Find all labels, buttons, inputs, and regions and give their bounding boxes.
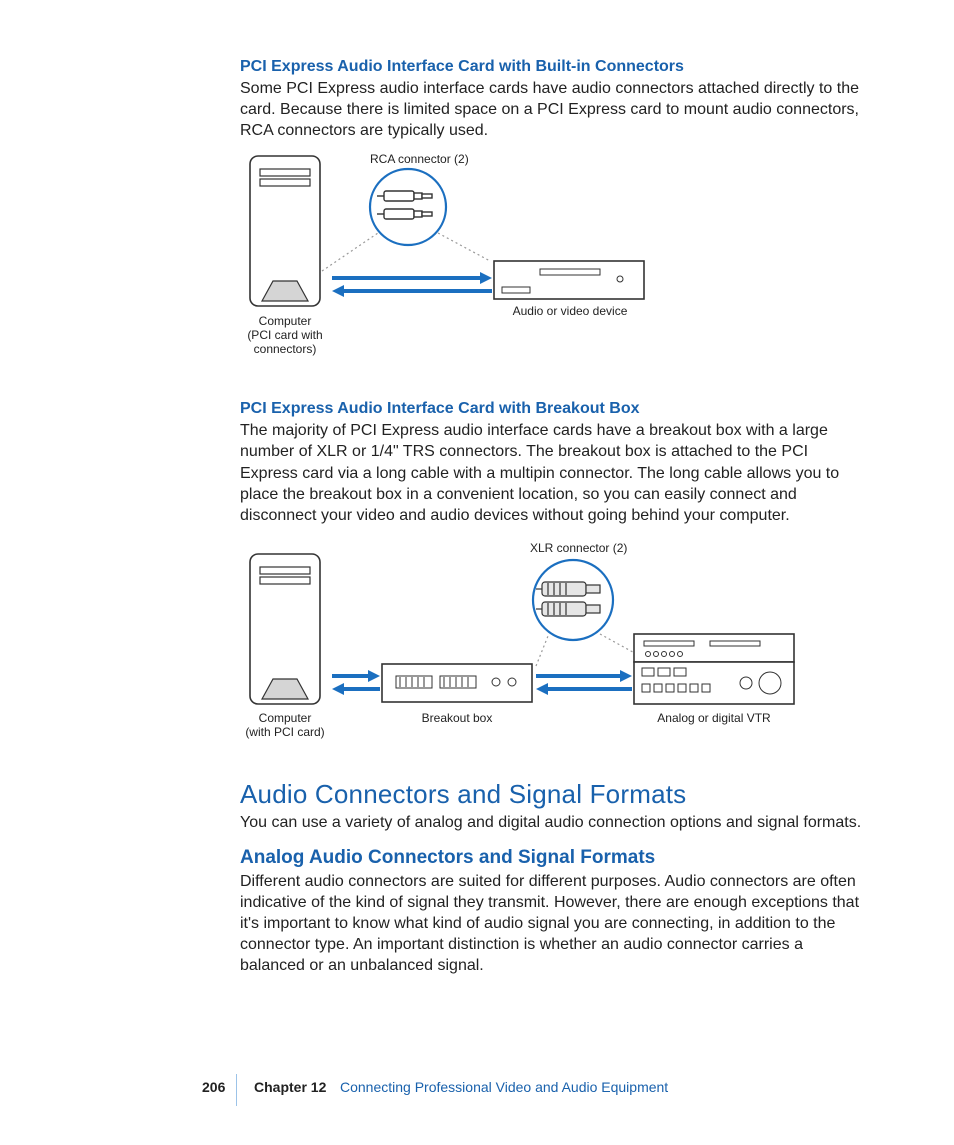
heading-builtin-connectors: PCI Express Audio Interface Card with Bu… (240, 58, 864, 76)
label-rca-connector: RCA connector (2) (370, 152, 469, 166)
label-computer2-l2: (with PCI card) (245, 725, 324, 739)
chapter-label: Chapter 12 (254, 1079, 326, 1095)
computer-icon (250, 156, 320, 306)
section-title-audio-connectors: Audio Connectors and Signal Formats (240, 779, 864, 810)
arrow-right-icon (332, 670, 380, 682)
footer-rule (236, 1074, 237, 1106)
body-audio-connectors: You can use a variety of analog and digi… (240, 812, 864, 833)
breakout-box-icon (382, 664, 532, 702)
body-breakout-box: The majority of PCI Express audio interf… (240, 420, 864, 526)
label-vtr: Analog or digital VTR (657, 711, 771, 725)
label-computer-l3: connectors) (254, 342, 317, 356)
arrow-right-icon (536, 670, 632, 682)
label-computer-l2: (PCI card with (247, 328, 322, 342)
body-builtin-connectors: Some PCI Express audio interface cards h… (240, 78, 864, 141)
heading-breakout-box: PCI Express Audio Interface Card with Br… (240, 400, 864, 418)
rca-connector-icon (370, 169, 446, 245)
arrow-left-icon (332, 683, 380, 695)
label-computer2-l1: Computer (259, 711, 312, 725)
chapter-title: Connecting Professional Video and Audio … (340, 1079, 668, 1095)
body-analog: Different audio connectors are suited fo… (240, 871, 864, 977)
label-xlr-connector: XLR connector (2) (530, 541, 627, 555)
xlr-connector-icon (533, 560, 613, 640)
diagram-rca: Computer (PCI card with connectors) RCA … (240, 151, 864, 376)
label-audio-device: Audio or video device (513, 304, 628, 318)
arrow-right-icon (332, 272, 492, 284)
arrow-left-icon (332, 285, 492, 297)
page-number: 206 (202, 1079, 225, 1095)
label-computer-l1: Computer (259, 314, 312, 328)
diagram-xlr: Computer (with PCI card) (240, 536, 864, 751)
subsection-title-analog: Analog Audio Connectors and Signal Forma… (240, 847, 864, 869)
audio-device-icon (494, 261, 644, 299)
arrow-left-icon (536, 683, 632, 695)
vtr-icon (634, 634, 794, 704)
page-footer: 206 Chapter 12 Connecting Professional V… (0, 1077, 954, 1103)
label-breakout: Breakout box (422, 711, 493, 725)
computer-icon (250, 554, 320, 704)
